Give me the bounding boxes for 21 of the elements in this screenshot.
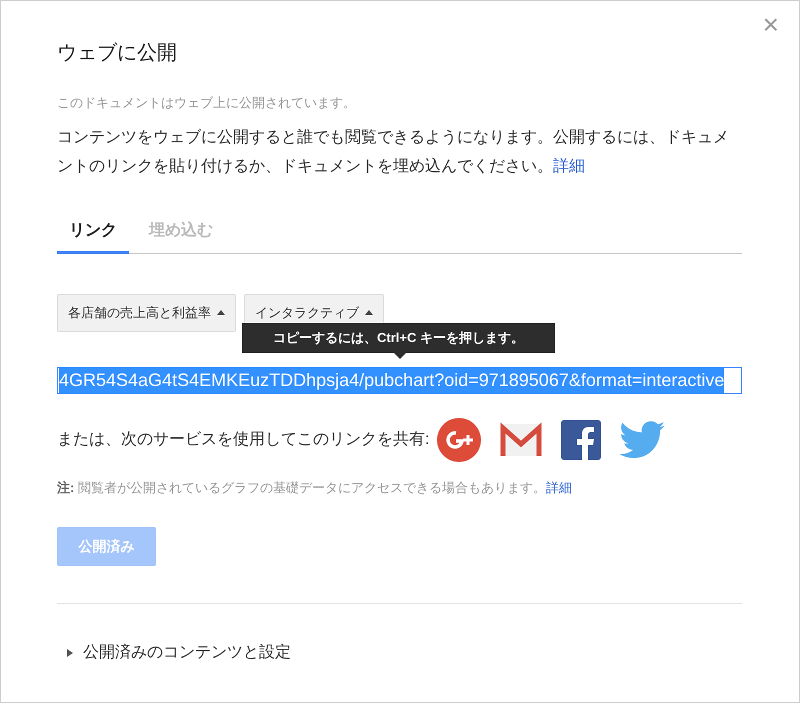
link-field[interactable]: 4GR54S4aG4tS4EMKEuzTDDhpsja4/pubchart?oid=971895067&format=interactive — [57, 366, 742, 394]
tooltip-arrow — [394, 353, 406, 359]
details-link[interactable]: 詳細 — [546, 480, 572, 494]
description-text: コンテンツをウェブに公開すると誰でも閲覧できるようになります。公開するには、ドキュメントのリンクを貼り付けるか、ドキュメントを埋め込んでください。詳細 — [57, 128, 730, 176]
caret-icon — [217, 310, 225, 315]
google-plus-icon[interactable] — [437, 418, 482, 462]
note-text: 注: 閲覧者が公開されているグラフの基礎データにアクセスできる場合もあります。詳細 — [57, 478, 573, 496]
facebook-icon[interactable] — [561, 420, 602, 460]
bird-icon[interactable] — [619, 420, 666, 458]
details-link[interactable]: 詳細 — [553, 158, 585, 174]
mail-icon[interactable] — [499, 422, 544, 458]
tab[interactable]: リンク — [57, 218, 129, 254]
status-text: このドキュメントはウェブ上に公開されています。 — [57, 94, 357, 112]
section-toggle[interactable]: 公開済みのコンテンツと設定 — [57, 641, 291, 665]
dropdown[interactable]: 各店舗の売上高と利益率 — [57, 294, 236, 332]
share-label: または、次のサービスを使用してこのリンクを共有: — [57, 430, 430, 450]
tooltip: コピーするには、Ctrl+C キーを押します。 — [242, 323, 555, 353]
triangle-icon — [67, 649, 73, 657]
close-button[interactable]: × — [762, 11, 779, 39]
dialog-title: ウェブに公開 — [57, 41, 178, 66]
caret-icon — [365, 310, 373, 315]
